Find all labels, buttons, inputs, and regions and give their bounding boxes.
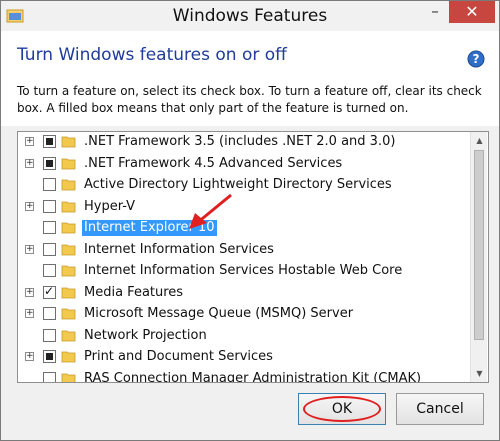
minimize-button[interactable]: – bbox=[421, 1, 449, 23]
folder-icon bbox=[61, 158, 76, 169]
features-list: + .NET Framework 3.5 (includes .NET 2.0 a… bbox=[18, 132, 470, 383]
ok-button[interactable]: OK bbox=[298, 393, 386, 425]
scroll-down-arrow-icon[interactable]: ▼ bbox=[471, 365, 488, 382]
instructions-text: To turn a feature on, select its check b… bbox=[17, 84, 482, 115]
page-title: Turn Windows features on or off bbox=[17, 45, 287, 65]
folder-icon bbox=[61, 373, 76, 382]
feature-row[interactable]: + .NET Framework 3.5 (includes .NET 2.0 a… bbox=[18, 132, 470, 154]
folder-icon bbox=[61, 244, 76, 255]
feature-checkbox[interactable] bbox=[43, 371, 56, 382]
feature-label[interactable]: RAS Connection Manager Administration Ki… bbox=[82, 371, 423, 383]
folder-icon bbox=[61, 308, 76, 320]
feature-checkbox[interactable] bbox=[43, 284, 56, 299]
feature-row[interactable]: Network Projection bbox=[18, 326, 470, 348]
feature-checkbox[interactable] bbox=[43, 178, 56, 191]
feature-label[interactable]: Internet Information Services bbox=[82, 242, 276, 258]
feature-row[interactable]: + Media Features bbox=[18, 283, 470, 305]
windows-features-dialog: Windows Features – ✕ Turn Windows featur… bbox=[0, 0, 500, 441]
folder-icon bbox=[61, 287, 76, 298]
feature-label[interactable]: Network Projection bbox=[82, 328, 209, 344]
close-button[interactable]: ✕ bbox=[449, 1, 495, 23]
feature-row[interactable]: + .NET Framework 4.5 Advanced Services bbox=[18, 154, 470, 176]
feature-checkbox[interactable] bbox=[43, 264, 56, 277]
expand-plus-icon[interactable]: + bbox=[25, 352, 34, 361]
header-panel: Turn Windows features on or off ? To tur… bbox=[1, 31, 499, 126]
folder-icon bbox=[61, 265, 76, 277]
expand-plus-icon[interactable]: + bbox=[25, 309, 34, 318]
feature-checkbox[interactable] bbox=[43, 242, 56, 256]
feature-row[interactable]: + Internet Information Services bbox=[18, 240, 470, 262]
feature-label[interactable]: .NET Framework 3.5 (includes .NET 2.0 an… bbox=[82, 134, 397, 150]
feature-row[interactable]: + Microsoft Message Queue (MSMQ) Server bbox=[18, 304, 470, 326]
scroll-up-arrow-icon[interactable]: ▲ bbox=[471, 132, 488, 149]
help-icon[interactable]: ? bbox=[467, 50, 485, 68]
feature-checkbox[interactable] bbox=[43, 307, 56, 320]
feature-label[interactable]: Internet Information Services Hostable W… bbox=[82, 263, 404, 279]
expand-plus-icon[interactable]: + bbox=[25, 201, 34, 211]
feature-checkbox[interactable] bbox=[43, 328, 56, 342]
feature-row[interactable]: Internet Information Services Hostable W… bbox=[18, 261, 470, 283]
feature-checkbox[interactable] bbox=[43, 199, 56, 213]
expand-plus-icon[interactable]: + bbox=[25, 137, 34, 146]
feature-label[interactable]: Hyper-V bbox=[82, 199, 137, 215]
title-bar[interactable]: Windows Features – ✕ bbox=[1, 1, 499, 31]
expand-plus-icon[interactable]: + bbox=[25, 158, 34, 168]
feature-label[interactable]: Media Features bbox=[82, 285, 185, 301]
feature-label[interactable]: Microsoft Message Queue (MSMQ) Server bbox=[82, 306, 355, 322]
feature-row[interactable]: Internet Explorer 10 bbox=[18, 218, 470, 240]
svg-text:?: ? bbox=[473, 52, 480, 66]
expand-plus-icon[interactable]: + bbox=[25, 244, 34, 254]
features-tree[interactable]: + .NET Framework 3.5 (includes .NET 2.0 a… bbox=[17, 131, 489, 383]
feature-label[interactable]: .NET Framework 4.5 Advanced Services bbox=[82, 156, 344, 172]
expand-plus-icon[interactable]: + bbox=[25, 287, 34, 297]
folder-icon bbox=[61, 136, 76, 148]
feature-row[interactable]: + Print and Document Services bbox=[18, 347, 470, 369]
feature-checkbox[interactable] bbox=[43, 156, 56, 170]
feature-checkbox[interactable] bbox=[43, 350, 56, 363]
feature-label[interactable]: Active Directory Lightweight Directory S… bbox=[82, 177, 394, 193]
feature-checkbox[interactable] bbox=[43, 135, 56, 148]
feature-row[interactable]: + Hyper-V bbox=[18, 197, 470, 219]
red-annotation-arrow-icon bbox=[189, 193, 232, 229]
feature-checkbox[interactable] bbox=[43, 221, 56, 234]
scrollbar-thumb[interactable] bbox=[474, 150, 484, 340]
folder-icon bbox=[61, 351, 76, 363]
cancel-button[interactable]: Cancel bbox=[396, 393, 484, 425]
feature-row[interactable]: Active Directory Lightweight Directory S… bbox=[18, 175, 470, 197]
folder-icon bbox=[61, 330, 76, 341]
folder-icon bbox=[61, 222, 76, 234]
folder-icon bbox=[61, 179, 76, 191]
feature-row[interactable]: RAS Connection Manager Administration Ki… bbox=[18, 369, 470, 383]
folder-icon bbox=[61, 201, 76, 212]
vertical-scrollbar[interactable]: ▲ ▼ bbox=[470, 132, 487, 382]
feature-label[interactable]: Print and Document Services bbox=[82, 349, 275, 365]
